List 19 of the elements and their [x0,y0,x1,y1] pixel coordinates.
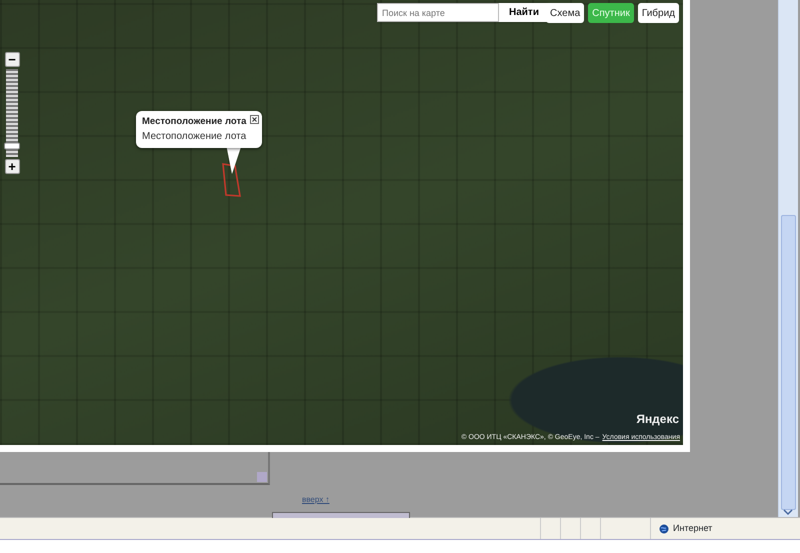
map-logo: Яндекс [636,411,679,428]
vertical-scrollbar[interactable] [778,0,798,517]
map-type-button[interactable]: Схема [546,3,584,23]
zoom-out-button[interactable]: − [4,52,20,67]
search-button[interactable]: Найти [499,3,549,22]
balloon-text: Местоположение лота [142,130,248,144]
panel-scroll-handle[interactable] [257,472,267,482]
map-type-button[interactable]: Гибрид [638,3,679,23]
zoom-in-button[interactable]: + [4,159,20,174]
close-icon[interactable] [250,115,259,124]
internet-zone-label: Интернет [673,522,712,535]
scrollbar-thumb[interactable] [781,215,796,510]
zoom-slider-thumb[interactable] [4,142,20,150]
globe-icon [659,524,669,534]
zoom-slider-track[interactable] [6,69,18,157]
scroll-down-icon[interactable] [781,507,795,517]
balloon-title: Местоположение лота [142,115,246,129]
search-field[interactable]: Поиск на карте [377,3,499,22]
lot-outline [220,162,242,198]
